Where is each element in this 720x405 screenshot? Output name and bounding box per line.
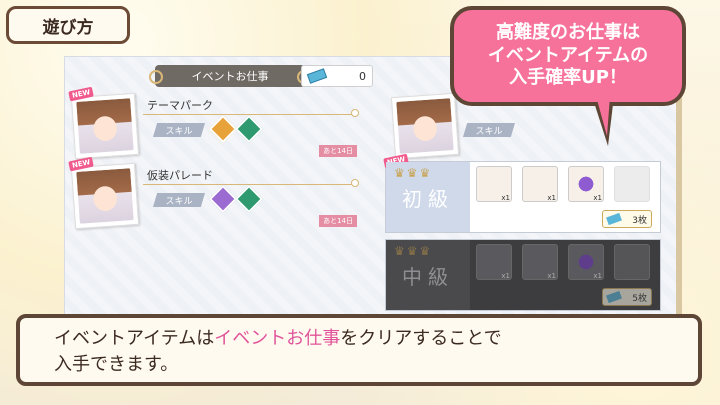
bubble-line-3: 入手確率UP！ — [509, 67, 627, 89]
reward-empty-slot — [614, 244, 650, 280]
idol-portrait — [76, 168, 134, 224]
job-list-panel: イベントお仕事 0 NEW テーマパーク スキル あと14日 NEW 仮装パレー… — [65, 57, 373, 317]
ticket-icon — [306, 68, 328, 84]
skill-label: スキル — [153, 193, 205, 207]
event-job-header: イベントお仕事 — [149, 65, 311, 87]
job-title: 仮装パレード — [143, 167, 359, 187]
info-message-box: イベントアイテムはイベントお仕事をクリアすることで 入手できます。 — [16, 314, 702, 386]
reward-gem-icon: x1 — [568, 244, 604, 280]
reward-gem-icon: x1 — [568, 166, 604, 202]
ticket-cost: 5枚 — [602, 288, 652, 306]
info-line-1: イベントアイテムはイベントお仕事をクリアすることで — [54, 328, 502, 349]
reward-broom-icon: x1 — [476, 166, 512, 202]
ticket-count: 0 — [359, 69, 366, 83]
idol-photo — [70, 92, 140, 160]
bubble-line-2: イベントアイテムの — [487, 44, 649, 66]
idol-photo — [70, 162, 140, 230]
reward-candy-icon: x1 — [522, 166, 558, 202]
ticket-counter: 0 — [301, 65, 373, 87]
remaining-days: あと14日 — [319, 215, 357, 227]
idol-portrait — [396, 98, 454, 154]
job-card-costume-parade[interactable]: NEW 仮装パレード スキル あと14日 — [68, 156, 361, 230]
skill-green-icon — [234, 114, 264, 144]
skill-label: スキル — [153, 123, 205, 137]
job-title: テーマパーク — [143, 97, 359, 117]
bubble-line-1: 高難度のお仕事は — [496, 22, 640, 44]
ticket-icon — [606, 290, 622, 304]
reward-broom-icon: x1 — [476, 244, 512, 280]
reward-empty-slot — [614, 166, 650, 202]
idol-photo — [390, 92, 460, 160]
skill-green-icon — [234, 184, 264, 214]
reward-candy-icon: x1 — [522, 244, 558, 280]
info-line-2: 入手できます。 — [54, 354, 179, 376]
job-card-theme-park[interactable]: NEW テーマパーク スキル あと14日 — [68, 86, 361, 160]
ticket-cost: 3枚 — [602, 210, 652, 228]
crown-icons: ♛♛♛ — [394, 166, 433, 180]
tier-beginner[interactable]: NEW 初級 ♛♛♛ x1 x1 x1 3枚 — [383, 153, 661, 233]
ticket-icon — [606, 212, 622, 226]
how-to-play-label: 遊び方 — [42, 17, 94, 38]
crown-icons: ♛♛♛ — [394, 244, 433, 258]
skill-label: スキル — [463, 123, 515, 137]
idol-portrait — [76, 98, 134, 154]
skill-purple-icon — [208, 184, 238, 214]
tier-intermediate[interactable]: 中級 ♛♛♛ x1 x1 x1 5枚 — [385, 239, 661, 311]
remaining-days: あと14日 — [319, 145, 357, 157]
skill-orange-icon — [208, 114, 238, 144]
highlight-event-job: イベントお仕事 — [214, 328, 341, 349]
tip-speech-bubble: 高難度のお仕事は イベントアイテムの 入手確率UP！ — [450, 6, 686, 106]
bubble-tail-fill — [596, 96, 610, 136]
how-to-play-tab: 遊び方 — [6, 6, 130, 44]
